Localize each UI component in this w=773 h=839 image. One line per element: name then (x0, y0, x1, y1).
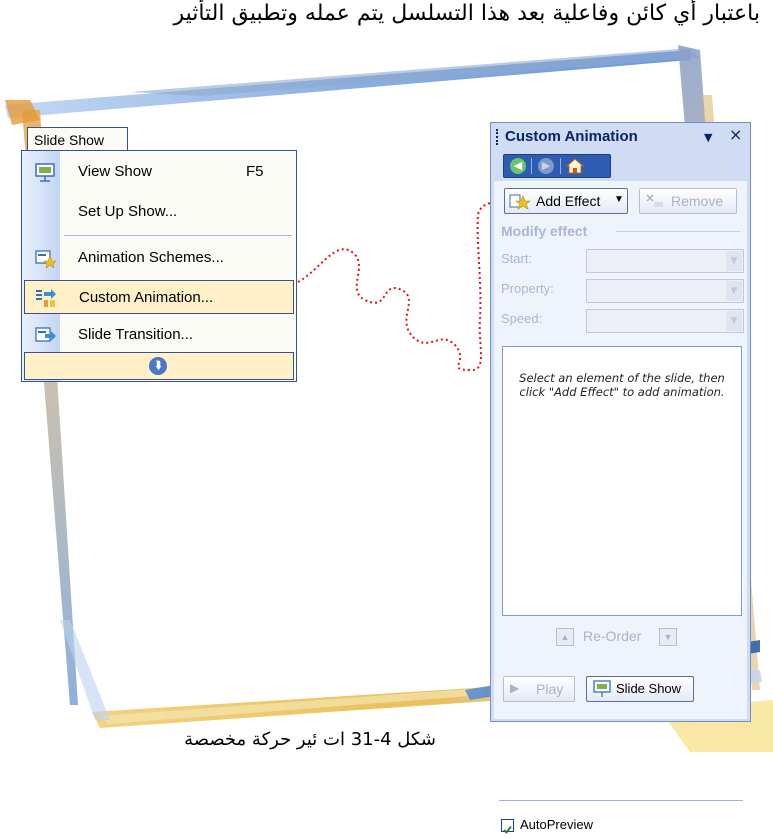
forward-arrow-icon[interactable]: ▶ (538, 158, 554, 174)
speed-select[interactable]: ▼ (586, 309, 744, 333)
pane-body: Add Effect ▼ Remove Modify effect Start:… (494, 181, 747, 719)
menu-title-slide-show[interactable]: Slide Show (27, 127, 128, 151)
effects-list[interactable]: Select an element of the slide, then cli… (502, 346, 742, 616)
dotted-connector (297, 201, 504, 372)
speed-label: Speed: (501, 311, 543, 326)
home-icon[interactable] (566, 158, 584, 174)
animation-schemes-icon (35, 250, 56, 268)
menu-item-animation-schemes[interactable]: Animation Schemes... (24, 241, 294, 275)
slide-show-button[interactable]: Slide Show (586, 676, 694, 702)
add-effect-label: Add Effect (536, 193, 601, 209)
modify-effect-heading: Modify effect (501, 223, 588, 239)
pane-navigation-bar: ◀ ▶ (503, 154, 611, 178)
back-arrow-icon[interactable]: ◀ (510, 158, 526, 174)
move-down-icon[interactable]: ▼ (659, 628, 677, 646)
play-button[interactable]: ▶ Play (503, 676, 575, 702)
menu-item-label: View Show (78, 163, 152, 180)
menu-item-label: Set Up Show... (78, 203, 178, 220)
pane-title: Custom Animation (505, 128, 638, 145)
double-chevron-down-icon: ⮯ (149, 357, 167, 375)
section-divider (616, 231, 740, 232)
pane-divider (499, 800, 743, 801)
remove-icon (646, 194, 663, 207)
chevron-down-icon: ▼ (726, 311, 742, 331)
start-label: Start: (501, 251, 533, 266)
slide-transition-icon (35, 327, 56, 342)
pane-grip-handle[interactable] (496, 129, 500, 145)
slide-show-label: Slide Show (616, 681, 682, 696)
autopreview-checkbox[interactable] (501, 819, 514, 834)
projector-screen-icon (35, 163, 55, 182)
property-select[interactable]: ▼ (586, 279, 744, 303)
figure-caption: شكل 4-31 ات ئير حركة مخصصة (184, 729, 436, 750)
projector-screen-icon (593, 680, 611, 697)
chevron-down-icon: ▼ (726, 251, 742, 271)
menu-expand-button[interactable]: ⮯ (24, 352, 294, 380)
menu-item-label: Slide Transition... (78, 326, 194, 343)
play-icon: ▶ (510, 681, 520, 695)
custom-animation-icon (36, 289, 56, 307)
remove-label: Remove (671, 193, 724, 209)
menu-item-view-show[interactable]: View Show F5 (24, 155, 294, 189)
shortcut-label: F5 (246, 163, 264, 180)
chevron-down-icon: ▼ (726, 281, 742, 301)
add-effect-star-icon (509, 194, 531, 210)
checkmark-icon (503, 825, 512, 834)
menu-separator (64, 235, 292, 236)
close-icon[interactable]: × (729, 125, 742, 144)
menu-item-label: Custom Animation... (79, 289, 214, 306)
property-label: Property: (501, 281, 554, 296)
play-label: Play (536, 681, 564, 697)
reorder-group: ▲ Re-Order ▼ (556, 628, 696, 648)
effects-list-hint: Select an element of the slide, then cli… (519, 371, 725, 399)
remove-button[interactable]: Remove (639, 188, 737, 214)
move-up-icon[interactable]: ▲ (556, 628, 574, 646)
menu-item-label: Animation Schemes... (78, 249, 224, 266)
pane-menu-dropdown-icon[interactable]: ▼ (704, 131, 712, 144)
menu-item-set-up-show[interactable]: Set Up Show... (24, 195, 294, 229)
start-select[interactable]: ▼ (586, 249, 744, 273)
menu-item-slide-transition[interactable]: Slide Transition... (24, 318, 294, 352)
reorder-label: Re-Order (583, 628, 642, 644)
page-header-text: باعتبار أي كائن وفاعلية بعد هذا التسلسل … (173, 1, 760, 26)
slide-show-menu: View Show F5 Set Up Show... Animation Sc… (21, 150, 297, 382)
custom-animation-pane: Custom Animation ▼ × ◀ ▶ Add Effect ▼ Re… (490, 122, 751, 834)
chevron-down-icon: ▼ (614, 194, 624, 205)
autopreview-label: AutoPreview (520, 817, 593, 832)
menu-item-custom-animation[interactable]: Custom Animation... (24, 280, 294, 314)
add-effect-button[interactable]: Add Effect ▼ (504, 188, 628, 214)
